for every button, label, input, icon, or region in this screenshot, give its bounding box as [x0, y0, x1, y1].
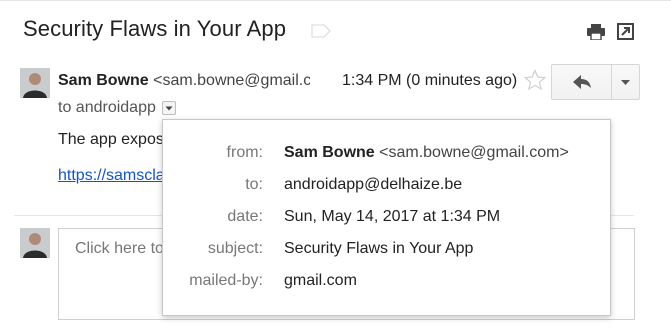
- details-row-mailed-by: mailed-by: gmail.com: [163, 272, 612, 294]
- details-from-email: <sam.bowne@gmail.com>: [379, 144, 569, 161]
- email-subject: Security Flaws in Your App: [23, 16, 287, 41]
- dropdown-arrow-icon: [621, 80, 630, 85]
- sender-line: Sam Bowne <sam.bowne@gmail.c: [58, 72, 310, 90]
- email-body-link[interactable]: https://samscla: [58, 167, 165, 185]
- reply-arrow-icon: [573, 75, 591, 89]
- details-to-label: to:: [245, 176, 263, 193]
- details-row-from: from: Sam Bowne <sam.bowne@gmail.com>: [163, 144, 612, 166]
- show-details-button[interactable]: [162, 101, 176, 115]
- sender-name[interactable]: Sam Bowne: [58, 72, 149, 89]
- details-row-date: date: Sun, May 14, 2017 at 1:34 PM: [163, 208, 612, 230]
- sender-avatar: [20, 68, 50, 98]
- details-subject-label: subject:: [207, 240, 263, 257]
- star-icon[interactable]: [524, 69, 546, 91]
- details-to-value: androidapp@delhaize.be: [284, 176, 463, 193]
- details-from-name: Sam Bowne: [284, 144, 375, 161]
- details-mailed-by-value: gmail.com: [284, 272, 357, 289]
- message-details-popup: from: Sam Bowne <sam.bowne@gmail.com> to…: [162, 119, 611, 316]
- details-from-label: from:: [226, 144, 263, 161]
- top-border: [0, 0, 671, 3]
- details-date-value: Sun, May 14, 2017 at 1:34 PM: [284, 208, 501, 225]
- details-mailed-by-label: mailed-by:: [189, 272, 263, 289]
- open-in-new-window-icon[interactable]: [617, 23, 634, 40]
- details-from-value: Sam Bowne <sam.bowne@gmail.com>: [284, 144, 569, 162]
- label-tag-icon[interactable]: [311, 24, 331, 38]
- details-row-subject: subject: Security Flaws in Your App: [163, 240, 612, 262]
- details-row-to: to: androidapp@delhaize.be: [163, 176, 612, 198]
- timestamp: 1:34 PM (0 minutes ago): [342, 72, 518, 89]
- email-body-text: The app expos: [58, 131, 164, 148]
- details-date-label: date:: [227, 208, 263, 225]
- reply-button[interactable]: [551, 64, 612, 100]
- my-avatar: [20, 228, 50, 258]
- details-subject-value: Security Flaws in Your App: [284, 240, 474, 257]
- more-actions-button[interactable]: [611, 64, 640, 100]
- show-details-arrow-icon: [165, 106, 173, 111]
- reply-placeholder: Click here to: [75, 240, 164, 257]
- print-icon[interactable]: [587, 24, 605, 40]
- sender-email: <sam.bowne@gmail.c: [153, 72, 310, 89]
- recipient-line: to androidapp: [58, 99, 156, 116]
